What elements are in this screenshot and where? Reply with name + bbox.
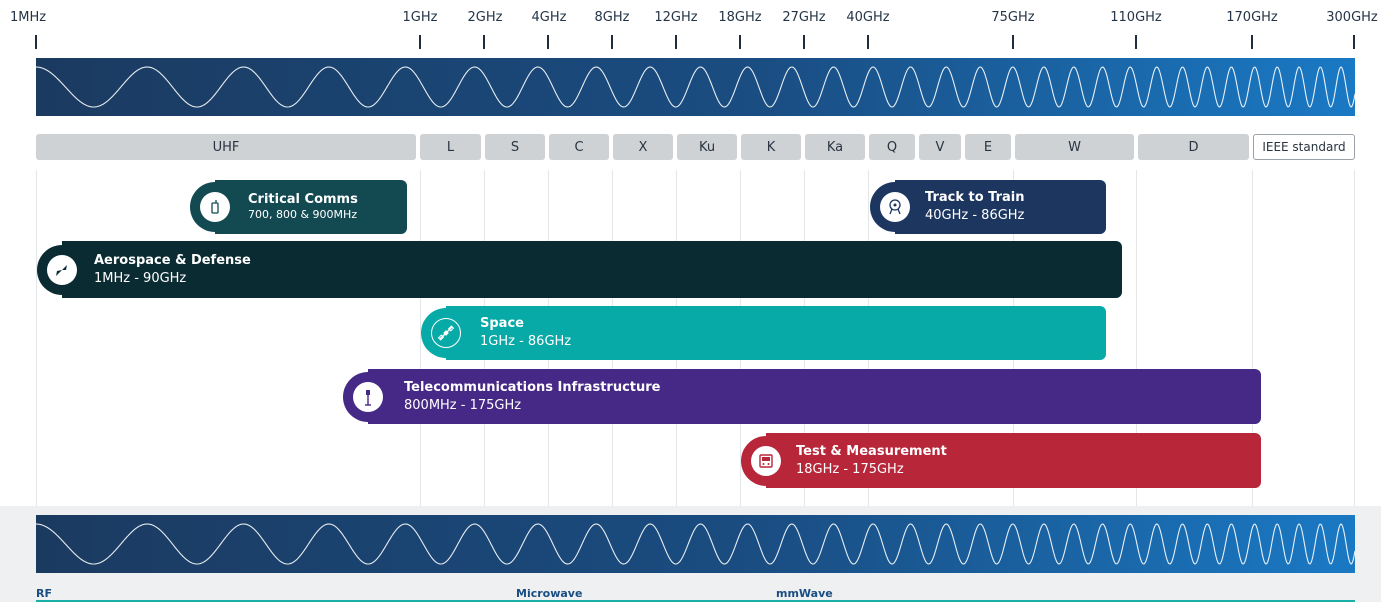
wave-line [36, 523, 1355, 565]
wave-line [36, 66, 1355, 108]
app-range: 1GHz - 86GHz [480, 334, 572, 349]
axis-tick [547, 35, 549, 49]
app-bar-aerospace-defense: Aerospace & Defense 1MHz - 90GHz [37, 241, 1122, 298]
app-title: Space [480, 316, 524, 332]
freq-label-1ghz: 1GHz [402, 10, 438, 25]
satellite-icon [431, 318, 461, 348]
grid-line [1354, 170, 1355, 506]
app-range: 1MHz - 90GHz [94, 270, 187, 286]
axis-tick [611, 35, 613, 49]
instrument-icon [751, 445, 781, 476]
band-s: S [485, 134, 545, 160]
freq-label-18ghz: 18GHz [718, 10, 762, 25]
app-range: 18GHz - 175GHz [796, 461, 904, 477]
icon-badge [870, 182, 920, 232]
freq-label-8ghz: 8GHz [594, 10, 630, 25]
app-range: 700, 800 & 900MHz [248, 208, 358, 222]
freq-label-4ghz: 4GHz [531, 10, 567, 25]
train-icon [880, 192, 910, 222]
app-title: Test & Measurement [796, 443, 947, 459]
freq-label-110ghz: 110GHz [1110, 10, 1162, 25]
region-label-rf: RF [36, 587, 52, 600]
band-ku: Ku [677, 134, 737, 160]
icon-badge [190, 182, 240, 232]
app-bar-telecommunications: Telecommunications Infrastructure 800MHz… [343, 369, 1261, 424]
band-uhf: UHF [36, 134, 416, 160]
app-title: Critical Comms [248, 191, 358, 207]
radio-icon [200, 192, 230, 222]
band-q: Q [869, 134, 915, 160]
axis-tick [803, 35, 805, 49]
icon-badge [421, 308, 471, 358]
freq-label-300ghz: 300GHz [1326, 10, 1378, 25]
band-e: E [965, 134, 1011, 160]
band-w: W [1015, 134, 1134, 160]
axis-tick [1135, 35, 1137, 49]
icon-badge [343, 371, 393, 422]
region-label-microwave: Microwave [516, 587, 583, 600]
region-label-mmwave: mmWave [776, 587, 833, 600]
axis-tick [739, 35, 741, 49]
freq-label-75ghz: 75GHz [991, 10, 1035, 25]
app-title: Telecommunications Infrastructure [404, 379, 661, 395]
axis-tick [483, 35, 485, 49]
axis-tick [1012, 35, 1014, 49]
band-v: V [919, 134, 961, 160]
icon-badge [741, 435, 791, 486]
band-l: L [420, 134, 481, 160]
freq-label-12ghz: 12GHz [654, 10, 698, 25]
freq-label-170ghz: 170GHz [1226, 10, 1278, 25]
axis-tick [419, 35, 421, 49]
app-bar-test-measurement: Test & Measurement 18GHz - 175GHz [741, 433, 1261, 488]
antenna-icon [353, 381, 383, 412]
app-title: Aerospace & Defense [94, 252, 251, 268]
band-c: C [549, 134, 609, 160]
axis-tick [867, 35, 869, 49]
freq-label-2ghz: 2GHz [467, 10, 503, 25]
band-x: X [613, 134, 673, 160]
ieee-standard-label: IEEE standard [1253, 134, 1355, 160]
band-ka: Ka [805, 134, 865, 160]
axis-tick [675, 35, 677, 49]
wave-band-top [36, 58, 1355, 116]
app-bar-track-to-train: Track to Train 40GHz - 86GHz [870, 180, 1106, 234]
icon-badge [37, 244, 87, 295]
band-d: D [1138, 134, 1249, 160]
grid-line [36, 170, 37, 506]
freq-label-1mhz: 1MHz [9, 10, 47, 25]
app-bar-critical-comms: Critical Comms 700, 800 & 900MHz [190, 180, 407, 234]
axis-tick [1353, 35, 1355, 49]
app-bar-space: Space 1GHz - 86GHz [421, 306, 1106, 360]
wave-band-bottom [36, 515, 1355, 573]
axis-tick [1251, 35, 1253, 49]
app-range: 800MHz - 175GHz [404, 397, 522, 413]
freq-label-27ghz: 27GHz [782, 10, 826, 25]
freq-label-40ghz: 40GHz [846, 10, 890, 25]
axis-tick [35, 35, 37, 49]
band-k: K [741, 134, 801, 160]
jet-icon [47, 254, 77, 285]
app-title: Track to Train [925, 190, 1025, 206]
app-range: 40GHz - 86GHz [925, 208, 1025, 223]
